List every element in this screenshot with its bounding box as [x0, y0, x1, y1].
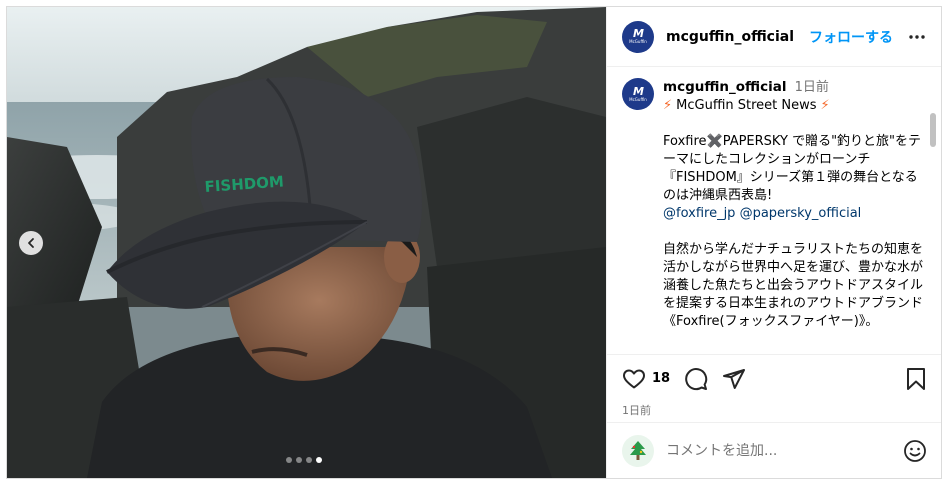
- caption-headline: ⚡ McGuffin Street News ⚡: [663, 97, 927, 115]
- bookmark-icon: [907, 367, 925, 390]
- comment-button[interactable]: [684, 367, 708, 391]
- avatar-mark: M: [633, 27, 644, 40]
- carousel-dot-active: [316, 457, 322, 463]
- post-sidebar: M McGuffin mcguffin_official フォローする M Mc…: [606, 7, 941, 478]
- comment-bar: [607, 422, 941, 478]
- photo-scene: FISHDOM: [7, 7, 606, 478]
- caption-paragraph: 自然から学んだナチュラリストたちの知恵を活かしながら世界中へ足を運び、豊かな水が…: [663, 242, 924, 329]
- caption-time: 1日前: [794, 80, 829, 95]
- tree-icon: [630, 440, 646, 460]
- lightning-icon: ⚡: [663, 98, 673, 113]
- caption: M McGuffin mcguffin_official 1日前 ⚡ McGuf…: [607, 67, 941, 331]
- comment-icon: [685, 367, 708, 390]
- more-options-button[interactable]: [907, 27, 927, 47]
- avatar-mark: M: [633, 84, 644, 98]
- caption-username[interactable]: mcguffin_official: [663, 79, 786, 95]
- like-count: 18: [652, 371, 671, 386]
- share-button[interactable]: [722, 367, 746, 391]
- caption-mentions: @foxfire_jp @papersky_official: [663, 205, 927, 223]
- scrollbar-thumb[interactable]: [930, 113, 936, 147]
- avatar[interactable]: M McGuffin: [622, 20, 654, 53]
- follow-button[interactable]: フォローする: [809, 27, 893, 47]
- post-dialog: FISHDOM M McGuffin mcguffin_official フォロ…: [6, 6, 942, 479]
- avatar-text: McGuffin: [629, 96, 647, 102]
- current-user-avatar[interactable]: [622, 434, 654, 467]
- more-horizontal-icon: [909, 34, 925, 39]
- caption-avatar[interactable]: M McGuffin: [622, 78, 654, 110]
- caption-paragraph: Foxfire✖️PAPERSKY で贈る"釣りと旅"をテーマにしたコレクション…: [663, 134, 922, 203]
- heart-icon: [623, 369, 645, 388]
- carousel-dot: [296, 457, 302, 463]
- headline-text: McGuffin Street News: [676, 98, 817, 113]
- share-icon: [723, 368, 746, 389]
- carousel-dot: [306, 457, 312, 463]
- post-photo[interactable]: FISHDOM: [7, 7, 606, 478]
- emoji-icon[interactable]: [903, 439, 927, 463]
- mention-link[interactable]: @foxfire_jp: [663, 206, 735, 221]
- lightning-icon: ⚡: [820, 98, 830, 113]
- post-timestamp: 1日前: [622, 404, 651, 417]
- post-username[interactable]: mcguffin_official: [666, 29, 794, 45]
- caption-scroll-area[interactable]: M McGuffin mcguffin_official 1日前 ⚡ McGuf…: [607, 67, 941, 354]
- comment-input[interactable]: [666, 442, 903, 459]
- carousel-dot: [286, 457, 292, 463]
- avatar-text: McGuffin: [629, 39, 647, 44]
- mention-link[interactable]: @papersky_official: [740, 206, 862, 221]
- post-header: M McGuffin mcguffin_official フォローする: [607, 7, 941, 67]
- previous-photo-button[interactable]: [19, 231, 43, 255]
- scrollbar[interactable]: [931, 67, 938, 354]
- caption-text: mcguffin_official 1日前 ⚡ McGuffin Street …: [663, 78, 927, 331]
- carousel-indicator: [286, 457, 322, 463]
- chevron-left-icon: [28, 238, 34, 248]
- save-button[interactable]: [905, 367, 927, 391]
- like-button[interactable]: 18: [622, 367, 670, 391]
- action-bar: 18: [607, 354, 941, 402]
